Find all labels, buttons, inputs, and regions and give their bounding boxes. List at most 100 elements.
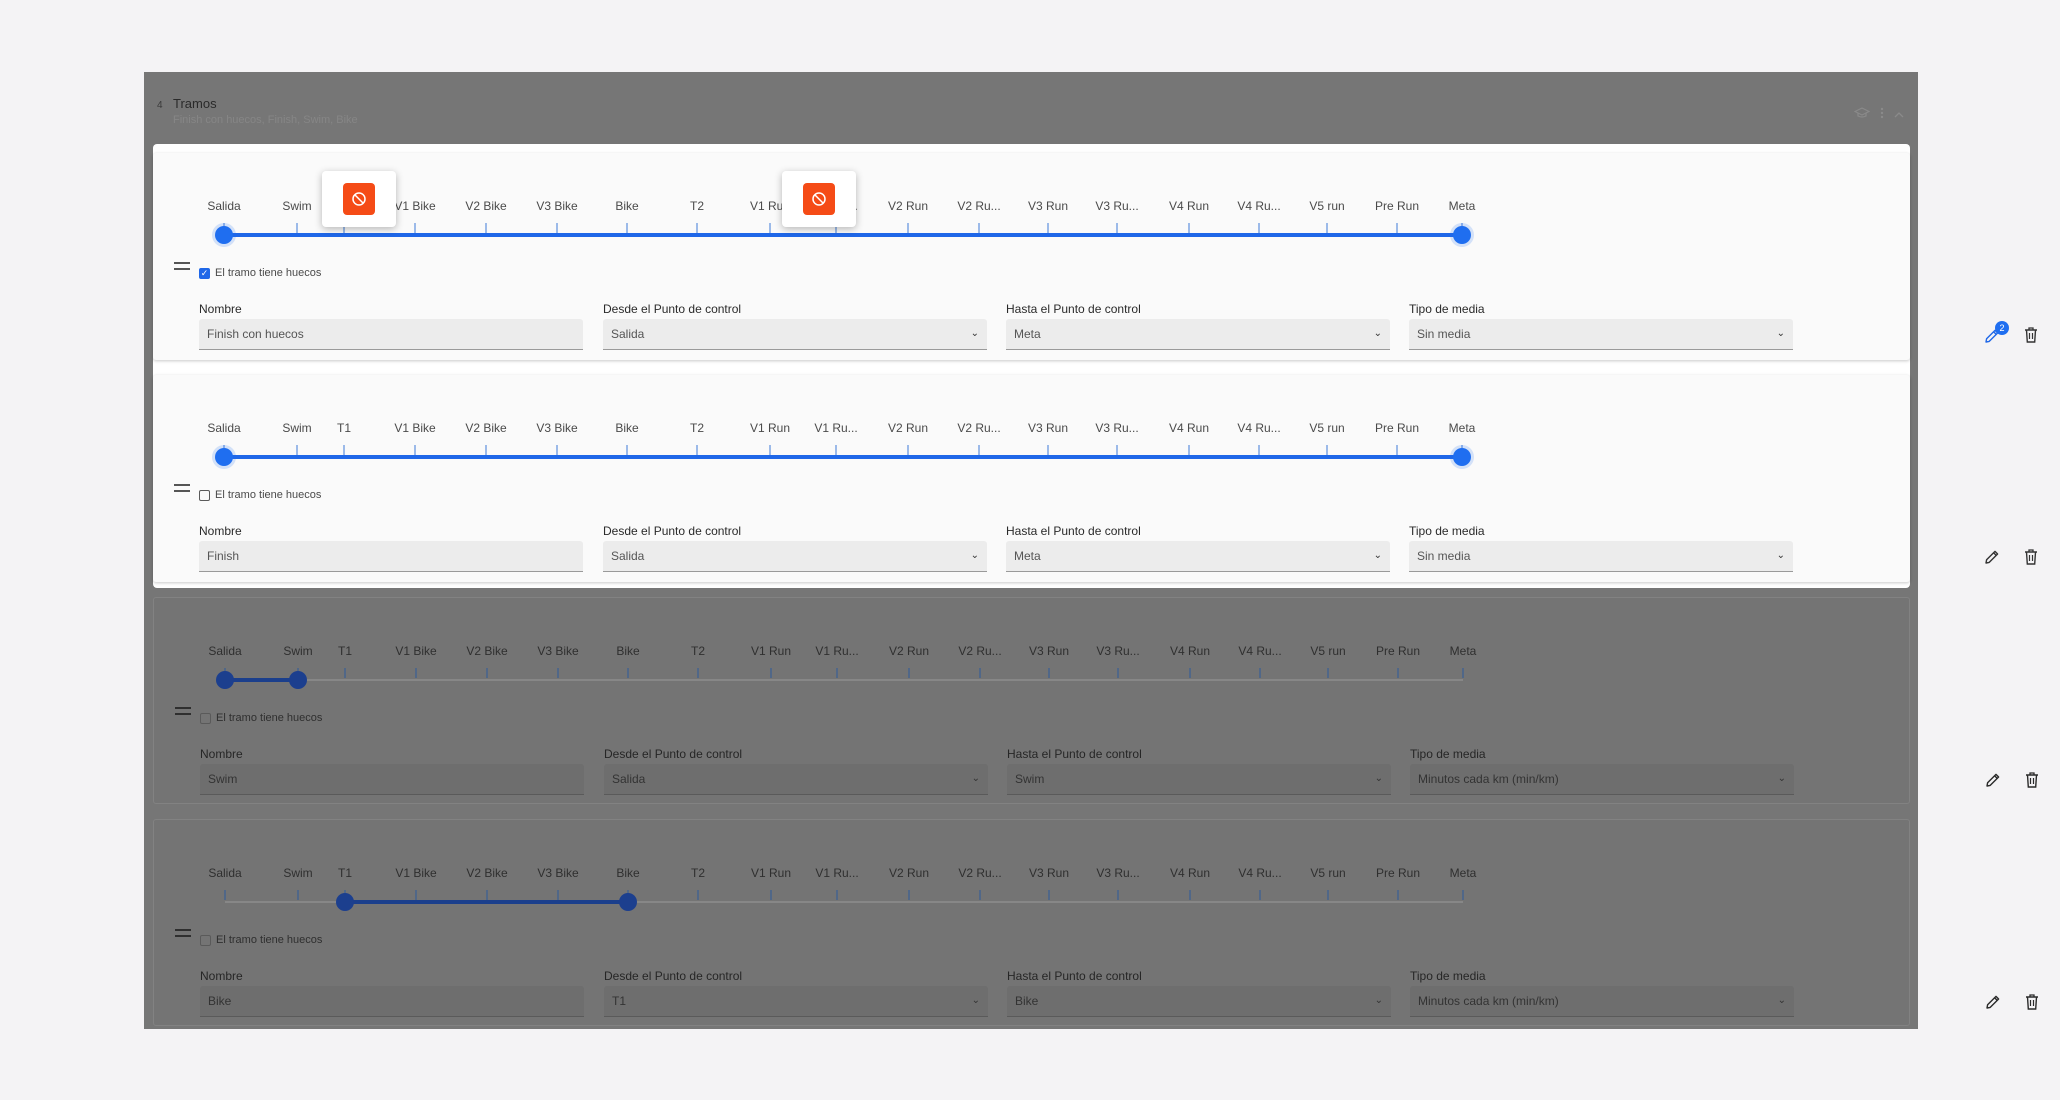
pace-select-label: Tipo de media xyxy=(1409,524,1485,538)
more-vert-icon[interactable] xyxy=(1880,106,1884,122)
edit-button[interactable] xyxy=(1984,771,2004,791)
edit-button[interactable]: 2 xyxy=(1983,321,2009,347)
checkpoint-tick xyxy=(297,890,299,900)
checkpoint-label: V3 Run xyxy=(1027,421,1069,435)
to-select[interactable]: Swim ⌄ xyxy=(1007,764,1391,795)
range-end-thumb[interactable] xyxy=(1453,448,1471,466)
checkpoint-label: Salida xyxy=(207,199,241,213)
delete-button[interactable] xyxy=(2023,326,2041,346)
to-select[interactable]: Meta ⌄ xyxy=(1006,319,1390,350)
delete-button[interactable] xyxy=(2024,771,2042,791)
checkpoint-tick xyxy=(1397,668,1399,678)
graduation-cap-icon[interactable] xyxy=(1853,106,1871,122)
checkpoint-tick xyxy=(343,445,345,455)
from-select[interactable]: Salida ⌄ xyxy=(603,541,987,572)
delete-button[interactable] xyxy=(2023,548,2041,568)
checkpoint-label: V1 Run xyxy=(750,644,792,658)
drag-handle-icon[interactable] xyxy=(175,929,191,937)
from-select-label: Desde el Punto de control xyxy=(603,524,742,538)
checkpoint-tick xyxy=(415,668,417,678)
to-select[interactable]: Bike ⌄ xyxy=(1007,986,1391,1017)
gap-checkbox[interactable] xyxy=(200,934,211,946)
panel-title: Tramos xyxy=(173,96,217,111)
chevron-down-icon: ⌄ xyxy=(1776,550,1785,561)
checkpoint-label: V2 Run xyxy=(888,644,930,658)
checkpoint-label: V4 Ru... xyxy=(1237,199,1281,213)
checkpoint-label: V1 Bike xyxy=(395,644,437,658)
checkpoint-tick xyxy=(1327,668,1329,678)
gap-checkbox-label: El tramo tiene huecos xyxy=(215,489,322,501)
checkpoint-tick xyxy=(486,668,488,678)
checkpoint-tick xyxy=(1258,223,1260,233)
checkpoint-label: V2 Bike xyxy=(466,866,508,880)
range-end-thumb[interactable] xyxy=(289,671,307,689)
checkpoint-label: V2 Run xyxy=(887,199,929,213)
drag-handle-icon[interactable] xyxy=(174,484,190,492)
gap-checkbox[interactable] xyxy=(199,489,210,501)
gap-checkbox[interactable]: ✓ xyxy=(199,267,210,279)
checkpoint-label: V3 Run xyxy=(1028,866,1070,880)
checkpoint-tick xyxy=(697,668,699,678)
gap-checkbox-row[interactable]: El tramo tiene huecos xyxy=(199,489,321,501)
chevron-down-icon: ⌄ xyxy=(1374,995,1383,1006)
edit-button[interactable] xyxy=(1984,993,2004,1013)
range-end-thumb[interactable] xyxy=(619,893,637,911)
pace-select[interactable]: Minutos cada km (min/km) ⌄ xyxy=(1410,764,1794,795)
ban-icon[interactable] xyxy=(343,183,375,215)
chevron-up-icon[interactable] xyxy=(1894,106,1904,122)
range-start-thumb[interactable] xyxy=(215,448,233,466)
name-input[interactable]: Finish xyxy=(199,541,583,572)
name-input-value: Swim xyxy=(208,772,238,786)
checkpoint-label: V1 Bike xyxy=(395,866,437,880)
edit-button[interactable] xyxy=(1983,548,2003,568)
checkpoint-tick xyxy=(769,445,771,455)
name-input[interactable]: Swim xyxy=(200,764,584,795)
from-select[interactable]: T1 ⌄ xyxy=(604,986,988,1017)
range-start-thumb[interactable] xyxy=(216,671,234,689)
from-select[interactable]: Salida ⌄ xyxy=(604,764,988,795)
from-select[interactable]: Salida ⌄ xyxy=(603,319,987,350)
from-select-value: Salida xyxy=(612,772,646,786)
name-input[interactable]: Finish con huecos xyxy=(199,319,583,350)
gap-checkbox-row[interactable]: El tramo tiene huecos xyxy=(200,934,322,946)
edit-badge: 2 xyxy=(1995,321,2009,335)
pace-select-value: Sin media xyxy=(1417,549,1471,563)
name-input[interactable]: Bike xyxy=(200,986,584,1017)
name-input-label: Nombre xyxy=(200,747,243,761)
checkpoint-tick xyxy=(979,668,981,678)
range-end-thumb[interactable] xyxy=(1453,226,1471,244)
gap-marker[interactable] xyxy=(782,171,856,227)
checkpoint-label: V2 Bike xyxy=(466,644,508,658)
checkpoint-label: V4 Ru... xyxy=(1237,421,1281,435)
gap-checkbox-row[interactable]: El tramo tiene huecos xyxy=(200,712,322,724)
gap-checkbox-label: El tramo tiene huecos xyxy=(216,934,323,946)
pace-select-label: Tipo de media xyxy=(1409,302,1485,316)
delete-button[interactable] xyxy=(2024,993,2042,1013)
checkpoint-label: V2 Ru... xyxy=(957,421,1001,435)
name-input-value: Finish con huecos xyxy=(207,327,304,341)
checkpoint-label: Bike xyxy=(616,866,640,880)
pace-select[interactable]: Minutos cada km (min/km) ⌄ xyxy=(1410,986,1794,1017)
gap-checkbox[interactable] xyxy=(200,712,211,724)
checkpoint-label: V1 Ru... xyxy=(815,866,859,880)
to-select[interactable]: Meta ⌄ xyxy=(1006,541,1390,572)
range-start-thumb[interactable] xyxy=(336,893,354,911)
pace-select[interactable]: Sin media ⌄ xyxy=(1409,541,1793,572)
checkpoint-label: V2 Ru... xyxy=(958,644,1002,658)
chevron-down-icon: ⌄ xyxy=(970,328,979,339)
checkpoint-tick xyxy=(1188,445,1190,455)
chevron-down-icon: ⌄ xyxy=(1374,773,1383,784)
segment-card: Salida Swim T1 V1 Bike V2 Bike V3 Bike Bike T2 V… xyxy=(153,597,2038,804)
range-start-thumb[interactable] xyxy=(215,226,233,244)
drag-handle-icon[interactable] xyxy=(174,262,190,270)
pace-select[interactable]: Sin media ⌄ xyxy=(1409,319,1793,350)
checkpoint-label: Swim xyxy=(283,644,313,658)
checkpoint-label: V2 Run xyxy=(887,421,929,435)
checkpoint-tick xyxy=(485,445,487,455)
ban-icon[interactable] xyxy=(803,183,835,215)
gap-checkbox-row[interactable]: ✓ El tramo tiene huecos xyxy=(199,267,321,279)
gap-marker[interactable] xyxy=(322,171,396,227)
drag-handle-icon[interactable] xyxy=(175,707,191,715)
checkpoint-label: Meta xyxy=(1449,644,1477,658)
checkpoint-tick xyxy=(296,445,298,455)
